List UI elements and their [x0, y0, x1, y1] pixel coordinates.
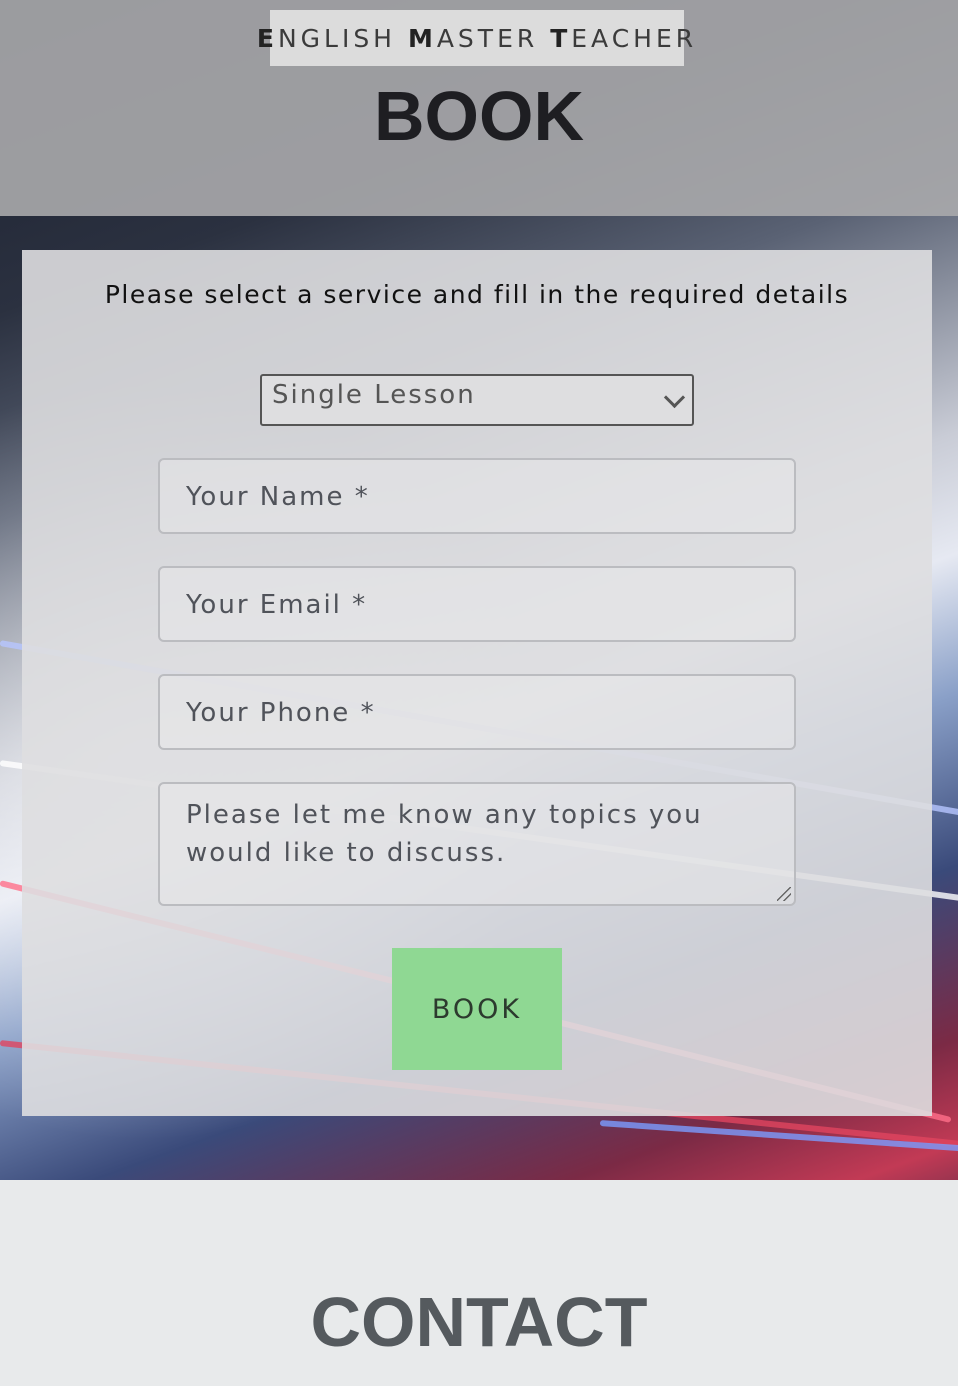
- brand-text: NGLISH: [277, 23, 396, 53]
- phone-field[interactable]: Your Phone *: [158, 674, 796, 750]
- chevron-down-icon: [663, 386, 686, 409]
- brand-logo[interactable]: E NGLISH M ASTER T EACHER: [257, 10, 693, 66]
- service-select[interactable]: Single Lesson: [260, 374, 694, 426]
- topics-textarea[interactable]: Please let me know any topics you would …: [158, 782, 796, 906]
- book-button-label: BOOK: [431, 993, 523, 1025]
- form-instructions: Please select a service and fill in the …: [104, 280, 850, 309]
- booking-form: Please select a service and fill in the …: [22, 250, 932, 1116]
- phone-placeholder: Your Phone *: [186, 698, 376, 728]
- brand-initial: T: [550, 23, 572, 53]
- email-placeholder: Your Email *: [186, 590, 368, 620]
- email-field[interactable]: Your Email *: [158, 566, 796, 642]
- brand-text: EACHER: [571, 23, 698, 53]
- page: E NGLISH M ASTER T EACHER BOOK Please selec…: [0, 0, 958, 1386]
- service-select-value: Single Lesson: [272, 380, 476, 410]
- brand-initial: E: [256, 23, 278, 53]
- page-title: BOOK: [374, 77, 584, 155]
- book-button[interactable]: BOOK: [392, 948, 562, 1070]
- brand-text: ASTER: [436, 23, 539, 53]
- topics-placeholder: Please let me know any topics you would …: [186, 800, 703, 868]
- name-placeholder: Your Name *: [186, 482, 370, 512]
- name-field[interactable]: Your Name *: [158, 458, 796, 534]
- page-header: E NGLISH M ASTER T EACHER BOOK: [0, 0, 958, 216]
- contact-section: CONTACT: [0, 1180, 958, 1386]
- resize-handle-icon[interactable]: [777, 887, 791, 901]
- contact-title: CONTACT: [310, 1283, 648, 1361]
- brand-initial: M: [407, 23, 437, 53]
